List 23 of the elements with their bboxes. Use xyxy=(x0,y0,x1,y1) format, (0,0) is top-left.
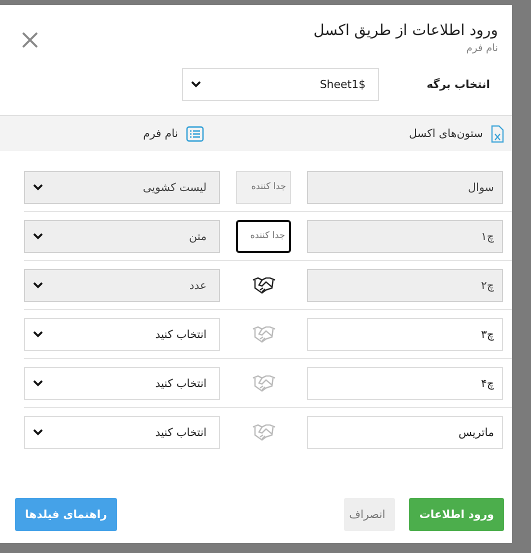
field-type-select[interactable]: انتخاب کنید xyxy=(24,416,220,448)
dialog-subtitle: نام فرم xyxy=(465,43,498,54)
column-header: نام فرم xyxy=(143,127,178,140)
column-name-field[interactable]: ماتریس xyxy=(307,416,503,448)
excel-file-icon xyxy=(491,124,504,142)
chevron-down-icon xyxy=(33,184,43,190)
field-type-select[interactable]: انتخاب کنید xyxy=(24,318,220,350)
chevron-down-icon xyxy=(33,330,43,338)
chevron-down-icon xyxy=(190,81,201,88)
list-icon xyxy=(186,126,204,142)
chevron-down-icon xyxy=(33,428,43,436)
sheet-label: انتخاب برگه xyxy=(426,78,490,91)
cancel-button[interactable]: انصراف xyxy=(344,498,396,531)
chevron-down-icon xyxy=(33,232,43,240)
column-name-field[interactable]: چ۴ xyxy=(307,366,503,400)
field-type-select[interactable]: انتخاب کنید xyxy=(24,366,220,400)
column-header: ستون‌های اکسل xyxy=(409,127,483,140)
sheet-select[interactable]: Sheet1$ xyxy=(182,68,379,101)
close-icon[interactable] xyxy=(22,32,38,48)
chevron-down-icon xyxy=(33,282,43,288)
chevron-down-icon xyxy=(33,380,43,386)
dialog-title: ورود اطلاعات از طریق اکسل xyxy=(313,21,498,39)
column-name-field[interactable]: چ۳ xyxy=(307,318,503,350)
